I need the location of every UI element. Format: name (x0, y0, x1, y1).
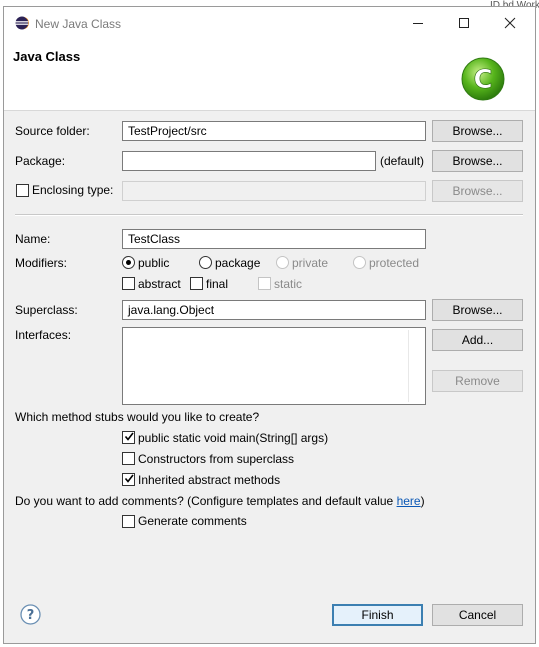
stub-constructors-checkbox[interactable] (122, 452, 135, 465)
modifier-protected-label: protected (369, 256, 420, 270)
list-divider (408, 330, 409, 402)
package-browse-button[interactable]: Browse... (432, 150, 523, 172)
modifier-abstract-checkbox[interactable] (122, 277, 135, 290)
comments-question-text: Do you want to add comments? (Configure … (15, 494, 397, 508)
svg-text:?: ? (27, 608, 35, 623)
package-field[interactable] (122, 151, 376, 171)
generate-comments-label: Generate comments (138, 514, 247, 528)
interfaces-list[interactable] (122, 327, 426, 405)
modifier-private-radio (276, 256, 289, 269)
stub-main-checkbox[interactable] (122, 431, 135, 444)
modifiers-label: Modifiers: (15, 256, 68, 270)
enclosing-type-field (122, 181, 426, 201)
remove-interface-button: Remove (432, 370, 523, 392)
generate-comments-checkbox[interactable] (122, 515, 135, 528)
name-label: Name: (15, 232, 51, 246)
close-icon[interactable] (499, 13, 521, 33)
stub-main-label: public static void main(String[] args) (138, 431, 329, 445)
modifier-private-label: private (292, 256, 329, 270)
eclipse-icon (15, 16, 29, 30)
modifier-final-label: final (206, 277, 229, 291)
help-icon[interactable]: ? (20, 604, 41, 625)
checkmark-icon (124, 432, 134, 441)
modifier-abstract-label: abstract (138, 277, 181, 291)
modifier-final-checkbox[interactable] (190, 277, 203, 290)
separator (15, 214, 523, 216)
wizard-title: Java Class (13, 49, 81, 64)
stub-inherited-checkbox[interactable] (122, 473, 135, 486)
comments-question: Do you want to add comments? (Configure … (15, 494, 425, 508)
superclass-field[interactable]: java.lang.Object (122, 300, 426, 320)
interfaces-label: Interfaces: (15, 328, 72, 342)
enclosing-type-browse-button: Browse... (432, 180, 523, 202)
maximize-icon[interactable] (453, 13, 475, 33)
window-title: New Java Class (35, 17, 122, 31)
stub-constructors-label: Constructors from superclass (138, 452, 295, 466)
modifier-package-label: package (215, 256, 261, 270)
source-folder-field[interactable]: TestProject/src (122, 121, 426, 141)
wizard-banner: Java Class C (4, 39, 535, 111)
enclosing-type-checkbox[interactable] (16, 184, 29, 197)
cancel-button[interactable]: Cancel (432, 604, 523, 626)
title-bar[interactable]: New Java Class (4, 7, 535, 39)
comments-question-end: ) (420, 494, 425, 508)
source-folder-browse-button[interactable]: Browse... (432, 120, 523, 142)
superclass-label: Superclass: (15, 303, 78, 317)
enclosing-type-label: Enclosing type: (32, 183, 114, 197)
minimize-icon[interactable] (407, 13, 429, 33)
java-class-wizard-icon: C (461, 57, 505, 101)
package-label: Package: (15, 154, 66, 168)
modifier-static-label: static (274, 277, 303, 291)
svg-text:C: C (473, 65, 492, 95)
modifier-package-radio[interactable] (199, 256, 212, 269)
package-default-label: (default) (380, 154, 425, 168)
modifier-static-checkbox (258, 277, 271, 290)
new-java-class-dialog: New Java Class Java Class C Source folde… (3, 6, 536, 644)
checkmark-icon (124, 474, 134, 483)
name-field[interactable]: TestClass (122, 229, 426, 249)
superclass-browse-button[interactable]: Browse... (432, 299, 523, 321)
source-folder-label: Source folder: (15, 124, 90, 138)
stub-inherited-label: Inherited abstract methods (138, 473, 281, 487)
finish-button[interactable]: Finish (332, 604, 423, 626)
radio-selected-dot (126, 260, 131, 265)
modifier-public-label: public (138, 256, 170, 270)
modifier-public-radio[interactable] (122, 256, 135, 269)
method-stubs-question: Which method stubs would you like to cre… (15, 410, 260, 424)
modifier-protected-radio (353, 256, 366, 269)
configure-templates-link[interactable]: here (397, 494, 421, 508)
add-interface-button[interactable]: Add... (432, 329, 523, 351)
